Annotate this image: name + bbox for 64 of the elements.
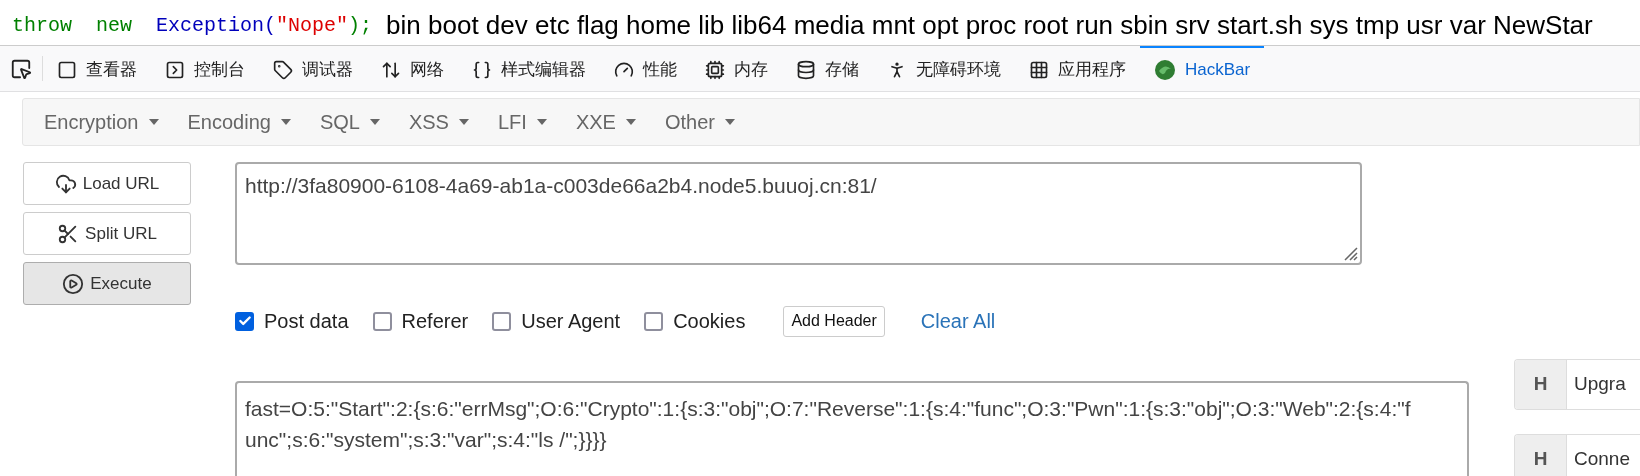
devtools-tab[interactable]: 调试器	[259, 46, 367, 91]
braces-icon	[472, 59, 492, 80]
checkbox-label: User Agent	[521, 309, 621, 334]
menu-dropdown[interactable]: Encryption	[31, 107, 172, 137]
checkbox-label: Post data	[264, 309, 349, 334]
menu-dropdown[interactable]: Other	[651, 107, 748, 137]
check-icon	[237, 314, 252, 328]
checkbox[interactable]	[644, 311, 664, 331]
devtools-tab[interactable]: 网络	[367, 46, 458, 91]
resize-grip-icon	[1342, 245, 1358, 261]
grid-icon	[1029, 59, 1049, 80]
caret-icon	[536, 119, 547, 125]
url-field[interactable]: http://3fa80900-6108-4a69-ab1a-c003de66a2b4.node5.buuoj.cn:81/	[237, 164, 1360, 263]
code-token: );	[348, 12, 373, 39]
header-row[interactable]: H Conne	[1514, 434, 1640, 476]
add-header-button[interactable]: Add Header	[783, 305, 885, 337]
checkbox[interactable]	[492, 311, 512, 331]
devtools-tab[interactable]: 性能	[600, 46, 691, 91]
action-button[interactable]: Execute	[23, 262, 191, 305]
caret-icon	[280, 119, 291, 125]
header-name: Conne	[1573, 447, 1630, 472]
menu-dropdown[interactable]: XXE	[562, 107, 649, 137]
chip-icon	[705, 59, 725, 80]
devtools-tab[interactable]: 查看器	[43, 46, 151, 91]
box-icon	[57, 59, 77, 80]
header-row[interactable]: H Upgra	[1514, 359, 1640, 410]
checkbox[interactable]	[372, 311, 392, 331]
menu-dropdown[interactable]: Encoding	[174, 107, 304, 137]
devtools-tab[interactable]: 存储	[782, 46, 873, 91]
devtools-tab[interactable]: HackBar	[1140, 46, 1265, 91]
play-icon	[62, 272, 85, 295]
menu-dropdown[interactable]: LFI	[484, 107, 560, 137]
caret-icon	[148, 119, 159, 125]
storage-icon	[796, 59, 816, 80]
menu-dropdown[interactable]: XSS	[395, 107, 482, 137]
command-output: bin boot dev etc flag home lib lib64 media mnt opt proc root run sbin srv start.sh sys tmp usr var NewStar	[386, 9, 1593, 42]
code-token: new	[96, 12, 133, 39]
devtools-tab[interactable]: 无障碍环境	[873, 46, 1015, 91]
checkbox-label: Referer	[401, 309, 469, 334]
devtools-tab[interactable]: 内存	[691, 46, 782, 91]
caret-icon	[724, 119, 735, 125]
code-token: throw	[12, 12, 72, 39]
cloud-download-icon	[54, 172, 77, 195]
action-button[interactable]: Load URL	[23, 162, 191, 205]
menu-dropdown[interactable]: SQL	[306, 107, 393, 137]
devtools-tab[interactable]: 样式编辑器	[458, 46, 600, 91]
caret-icon	[458, 119, 469, 125]
code-token: Exception(	[156, 12, 277, 39]
action-button[interactable]: Split URL	[23, 212, 191, 255]
devtools-tab[interactable]: 控制台	[151, 46, 259, 91]
tag-icon	[273, 59, 293, 80]
code-token: "Nope"	[276, 12, 349, 39]
element-picker-icon[interactable]	[10, 57, 32, 80]
checkbox[interactable]	[235, 311, 254, 331]
clear-all-link[interactable]: Clear All	[920, 306, 996, 336]
console-icon	[165, 59, 185, 80]
caret-icon	[625, 119, 636, 125]
header-tag: H	[1515, 435, 1567, 476]
hackbar-logo-icon	[1154, 58, 1176, 81]
caret-icon	[369, 119, 380, 125]
header-name: Upgra	[1573, 372, 1626, 397]
header-tag: H	[1515, 360, 1567, 409]
checkbox-label: Cookies	[673, 309, 746, 334]
devtools-tab[interactable]: 应用程序	[1015, 46, 1140, 91]
